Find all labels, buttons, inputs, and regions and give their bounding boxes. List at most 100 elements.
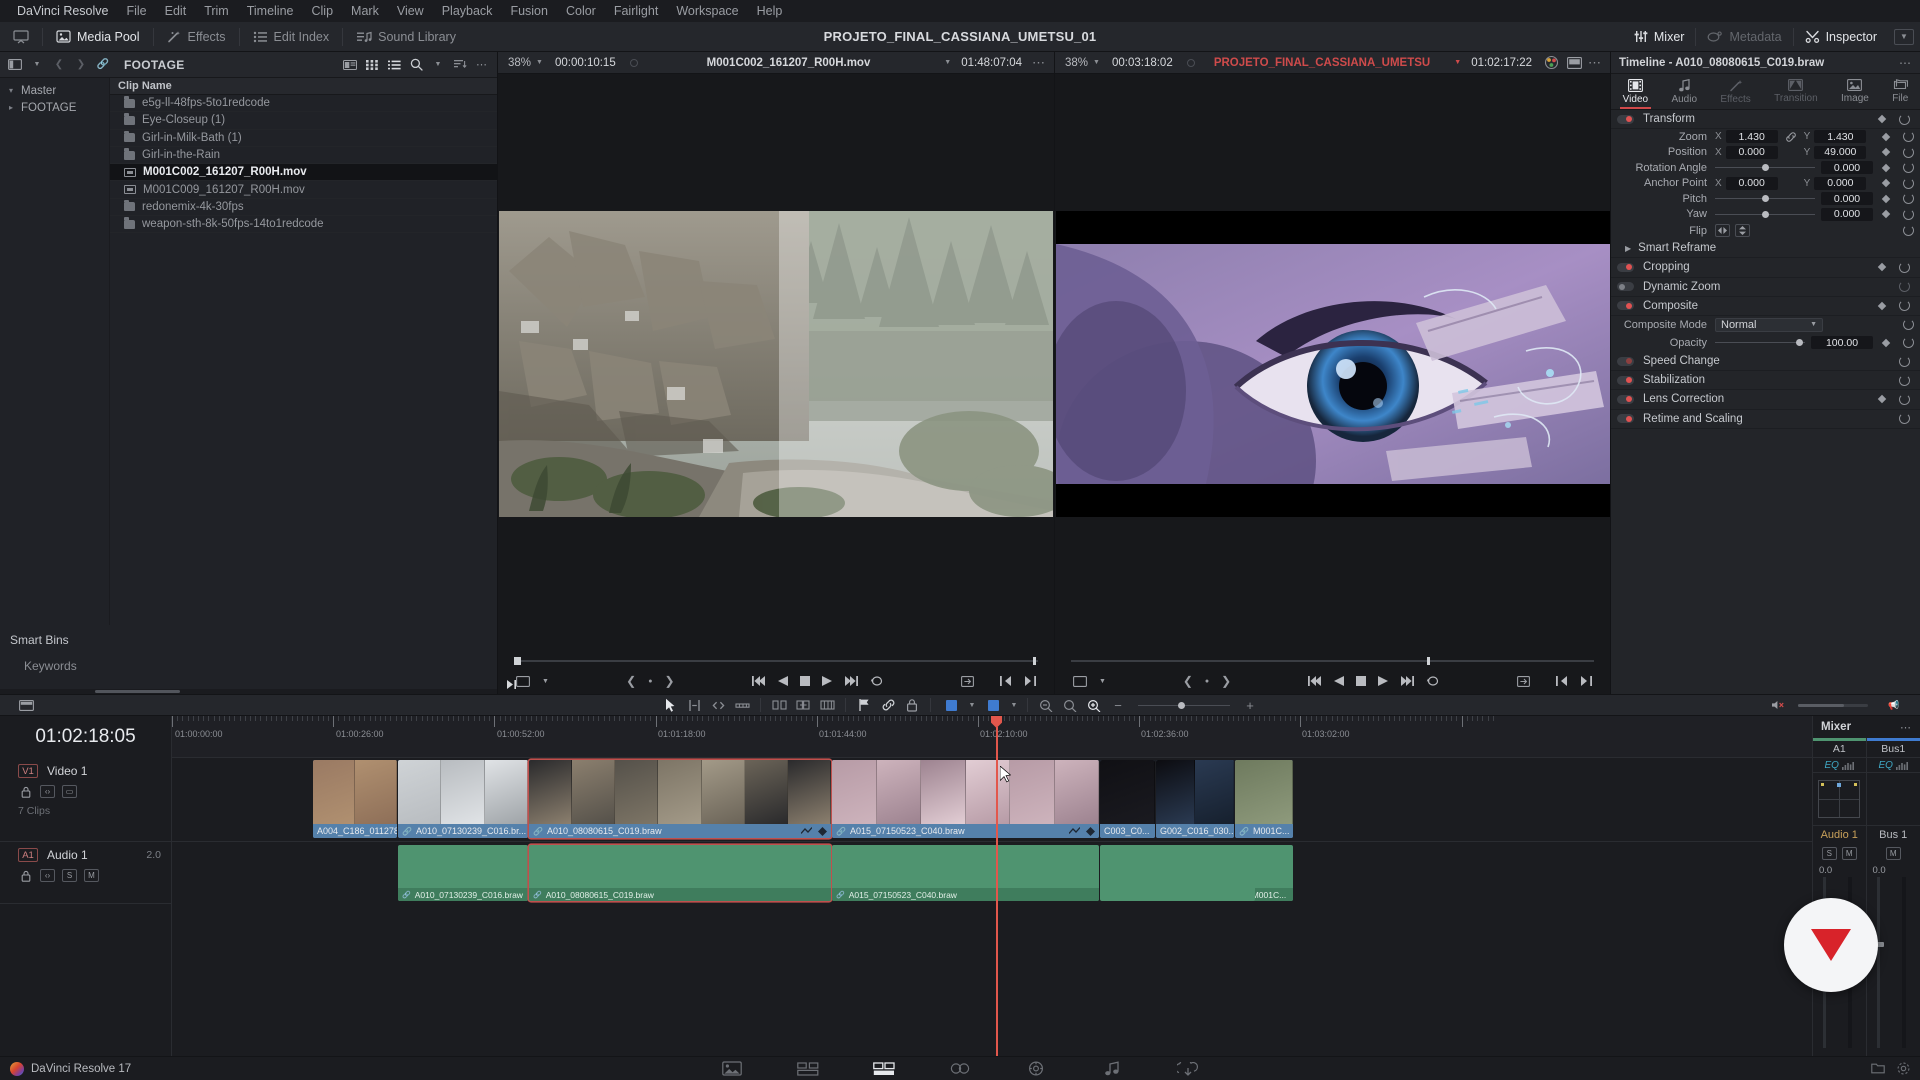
zoom-reset-icon[interactable] bbox=[1903, 131, 1914, 143]
marker-list-icon[interactable] bbox=[815, 694, 839, 716]
workspace-dropdown-button[interactable]: ▼ bbox=[1894, 28, 1914, 45]
marker-color-chevron-down-icon[interactable]: ▼ bbox=[1007, 694, 1021, 716]
strip-bus1-db-value[interactable]: 0.0 bbox=[1867, 863, 1920, 877]
list-item[interactable]: Girl-in-Milk-Bath (1) bbox=[110, 130, 497, 147]
stabilization-toggle[interactable] bbox=[1617, 375, 1634, 385]
track-a1-auto-select-icon[interactable]: ‹› bbox=[40, 869, 55, 882]
edit-page-icon[interactable] bbox=[872, 1060, 896, 1078]
opacity-reset-icon[interactable] bbox=[1903, 337, 1914, 349]
scrub-track[interactable] bbox=[1071, 657, 1594, 665]
source-zoom-chevron-down-icon[interactable]: ▼ bbox=[536, 59, 543, 66]
zoom-out-button[interactable]: − bbox=[1106, 694, 1130, 716]
media-page-icon[interactable] bbox=[720, 1060, 744, 1078]
source-current-timecode[interactable]: 00:00:10:15 bbox=[555, 57, 616, 69]
menu-item-clip[interactable]: Clip bbox=[303, 0, 343, 22]
dynamic-trim-tool-icon[interactable] bbox=[706, 694, 730, 716]
color-page-icon[interactable] bbox=[1024, 1060, 1048, 1078]
pitch-field[interactable]: 0.000 bbox=[1821, 192, 1873, 206]
composite-reset-icon[interactable] bbox=[1899, 300, 1910, 312]
keywords-label[interactable]: Keywords bbox=[24, 659, 497, 673]
retime-reset-icon[interactable] bbox=[1899, 413, 1910, 425]
timeline-loop-button[interactable] bbox=[1420, 668, 1446, 694]
nav-forward-icon[interactable]: ❯ bbox=[70, 55, 92, 75]
menu-item-view[interactable]: View bbox=[388, 0, 433, 22]
timeline-match-frame-icon[interactable] bbox=[1511, 668, 1536, 694]
section-transform[interactable]: Transform bbox=[1611, 110, 1920, 130]
position-x-field[interactable]: 0.000 bbox=[1725, 145, 1778, 159]
lock-tracks-icon[interactable] bbox=[900, 694, 924, 716]
list-view-icon[interactable] bbox=[383, 55, 405, 75]
strip-a1-solo-button[interactable]: S bbox=[1821, 846, 1837, 860]
strip-bus1-mute-button[interactable]: M bbox=[1885, 846, 1901, 860]
track-v1-lock-icon[interactable] bbox=[18, 785, 33, 798]
tab-image[interactable]: Image bbox=[1829, 74, 1880, 109]
marker-color-button[interactable] bbox=[979, 694, 1007, 716]
source-viewer-canvas[interactable] bbox=[498, 74, 1054, 654]
source-viewer-mode-chevron-down-icon[interactable]: ▼ bbox=[536, 668, 555, 694]
nav-back-icon[interactable]: ❮ bbox=[48, 55, 70, 75]
source-stop-button[interactable] bbox=[794, 668, 816, 694]
lens-correction-keyframe-icon[interactable] bbox=[1877, 395, 1887, 404]
lens-correction-reset-icon[interactable] bbox=[1899, 393, 1910, 405]
menu-item-playback[interactable]: Playback bbox=[433, 0, 502, 22]
dynamic-zoom-reset-icon[interactable] bbox=[1899, 281, 1910, 293]
toolbar-monitor-button[interactable] bbox=[0, 22, 42, 52]
list-item[interactable]: M001C009_161207_R00H.mov bbox=[110, 181, 497, 199]
timeline-scrubber[interactable] bbox=[1055, 654, 1610, 668]
list-item[interactable]: redonemix-4k-30fps bbox=[110, 199, 497, 217]
timeline-video-clip[interactable]: A004_C186_011278_00... bbox=[313, 760, 397, 838]
zoom-x-field[interactable]: 1.430 bbox=[1725, 130, 1778, 144]
fusion-page-icon[interactable] bbox=[948, 1060, 972, 1078]
track-header-v1[interactable]: V1 Video 1 ‹› ▭ 7 Clips bbox=[0, 758, 171, 842]
flag-color-button[interactable] bbox=[937, 694, 965, 716]
mixer-more-options-icon[interactable]: ⋯ bbox=[1900, 721, 1912, 734]
source-jump-start-button[interactable] bbox=[746, 668, 772, 694]
strip-a1-mute-button[interactable]: M bbox=[1841, 846, 1857, 860]
zoom-fit-icon[interactable] bbox=[1034, 694, 1058, 716]
timeline-view-options-icon[interactable] bbox=[14, 694, 38, 716]
inspector-more-options-icon[interactable]: ⋯ bbox=[1899, 56, 1912, 70]
strip-a1-panner[interactable] bbox=[1813, 773, 1866, 825]
project-manager-icon[interactable] bbox=[1871, 1062, 1885, 1075]
source-clip-name[interactable]: M001C002_161207_R00H.mov bbox=[638, 57, 940, 69]
timeline-prev-keyframe-icon[interactable]: ❮ bbox=[1177, 668, 1199, 694]
menu-item-mark[interactable]: Mark bbox=[342, 0, 388, 22]
transform-toggle[interactable] bbox=[1617, 114, 1634, 124]
strip-bus1-fader-area[interactable] bbox=[1867, 877, 1920, 1056]
speed-change-toggle[interactable] bbox=[1617, 356, 1634, 366]
menu-item-fusion[interactable]: Fusion bbox=[501, 0, 557, 22]
timeline-video-clip[interactable]: 🔗 M001C... bbox=[1235, 760, 1293, 838]
source-keyframe-dot-icon[interactable]: ● bbox=[642, 668, 658, 694]
scrub-track[interactable] bbox=[521, 657, 1038, 665]
composite-mode-select[interactable]: Normal ▼ bbox=[1715, 317, 1823, 332]
timeline-keyframe-dot-icon[interactable]: ● bbox=[1199, 668, 1215, 694]
timeline-viewer-mode-chevron-down-icon[interactable]: ▼ bbox=[1093, 668, 1112, 694]
tab-file[interactable]: File bbox=[1881, 74, 1920, 109]
flip-reset-icon[interactable] bbox=[1903, 225, 1914, 237]
bin-master[interactable]: ▾ Master bbox=[0, 82, 109, 99]
cropping-keyframe-icon[interactable] bbox=[1877, 263, 1887, 272]
scrub-playhead[interactable] bbox=[1426, 657, 1430, 665]
composite-keyframe-icon[interactable] bbox=[1877, 301, 1887, 311]
anchor-x-field[interactable]: 0.000 bbox=[1725, 176, 1778, 190]
rotation-keyframe-icon[interactable] bbox=[1881, 163, 1891, 173]
timeline-jump-start-button[interactable] bbox=[1302, 668, 1328, 694]
track-a1-mute-button[interactable]: M bbox=[84, 869, 99, 882]
tab-effects[interactable]: Effects bbox=[1709, 74, 1763, 109]
source-next-keyframe-icon[interactable]: ❯ bbox=[658, 668, 680, 694]
menu-item-fairlight[interactable]: Fairlight bbox=[605, 0, 667, 22]
anchor-reset-icon[interactable] bbox=[1903, 177, 1914, 189]
source-zoom-level[interactable]: 38% bbox=[498, 57, 531, 69]
list-item[interactable]: M001C002_161207_R00H.mov bbox=[110, 164, 497, 182]
audio-track-lane[interactable]: 🔗 A010_07130239_C016.braw 🔗 A010_08080615_C… bbox=[172, 843, 1812, 905]
retime-scaling-toggle[interactable] bbox=[1617, 414, 1634, 424]
strip-a1-eq[interactable]: EQ bbox=[1813, 758, 1866, 773]
yaw-keyframe-icon[interactable] bbox=[1881, 210, 1891, 219]
timeline-zoom-chevron-down-icon[interactable]: ▼ bbox=[1093, 59, 1100, 66]
speed-change-reset-icon[interactable] bbox=[1899, 355, 1910, 367]
yaw-field[interactable]: 0.000 bbox=[1821, 207, 1873, 221]
timeline-audio-clip[interactable]: 🔗 A015_07150523_C040.braw bbox=[832, 845, 1099, 901]
source-mark-in-icon[interactable] bbox=[994, 668, 1018, 694]
section-stabilization[interactable]: Stabilization bbox=[1611, 371, 1920, 391]
transform-keyframe-icon[interactable] bbox=[1877, 114, 1887, 124]
